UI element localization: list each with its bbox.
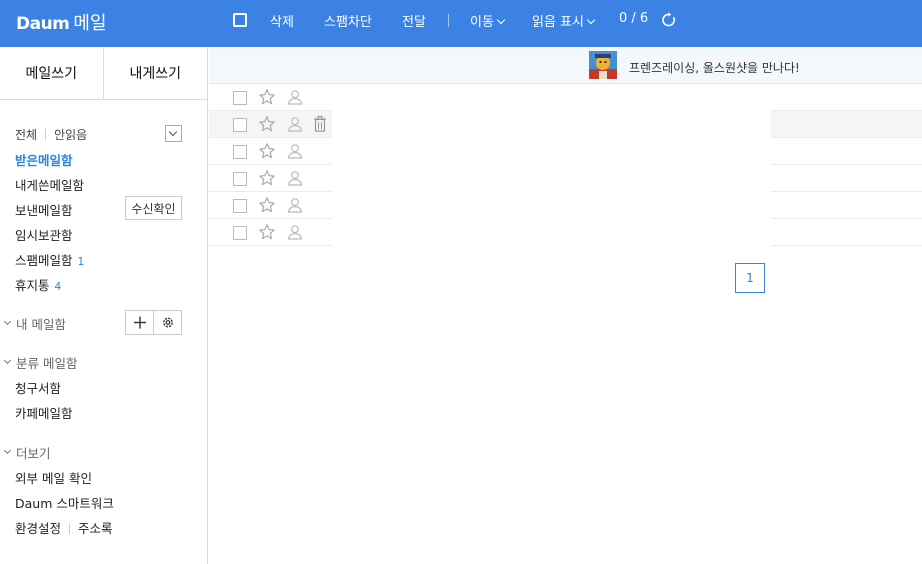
mail-row[interactable] xyxy=(209,111,922,138)
mail-row-checkbox[interactable] xyxy=(233,226,247,240)
mail-row-checkbox[interactable] xyxy=(233,199,247,213)
chevron-down-icon xyxy=(168,127,178,137)
mailbox-inbox[interactable]: 받은메일함 xyxy=(15,150,73,169)
chevron-down-icon xyxy=(3,446,12,455)
mailbox-spam[interactable]: 스팸메일함 1 xyxy=(15,250,84,269)
settings-link[interactable]: 환경설정 xyxy=(15,521,61,536)
mail-row-content xyxy=(332,219,771,246)
mail-count: 0 / 6 xyxy=(619,11,649,26)
compose-button[interactable]: 메일쓰기 xyxy=(0,47,104,99)
chevron-down-icon xyxy=(586,15,596,25)
my-mailbox-controls xyxy=(125,310,182,335)
move-label: 이동 xyxy=(470,15,494,30)
addressbook-link[interactable]: 주소록 xyxy=(78,521,113,536)
mailbox-settings-button[interactable] xyxy=(154,311,182,334)
mail-row-content xyxy=(332,111,771,138)
gear-icon xyxy=(162,317,173,328)
chevron-down-icon xyxy=(3,356,12,365)
smartwork-link[interactable]: Daum 스마트워크 xyxy=(15,493,114,512)
spam-count-badge: 1 xyxy=(77,256,85,268)
star-icon[interactable] xyxy=(258,223,276,241)
promo-banner[interactable]: 프렌즈레이싱, 올스원샷을 만나다! xyxy=(209,47,922,84)
mailbox-drafts[interactable]: 임시보관함 xyxy=(15,225,73,244)
external-mail-link[interactable]: 외부 메일 확인 xyxy=(15,468,92,487)
add-mailbox-button[interactable] xyxy=(126,311,154,334)
trash-count-badge: 4 xyxy=(54,281,62,293)
pagination-page-1[interactable]: 1 xyxy=(735,263,765,293)
read-receipt-button[interactable]: 수신확인 xyxy=(125,196,182,220)
mailbox-trash[interactable]: 휴지통 4 xyxy=(15,275,61,294)
forward-button[interactable]: 전달 xyxy=(402,11,426,30)
spam-block-button[interactable]: 스팸차단 xyxy=(324,11,372,30)
mailbox-spam-label: 스팸메일함 xyxy=(15,253,73,268)
chevron-down-icon xyxy=(496,15,506,25)
category-mailboxes-toggle[interactable]: 분류 메일함 xyxy=(3,353,78,372)
person-icon[interactable] xyxy=(286,196,304,214)
daum-mail-logo[interactable]: Daum 메일 xyxy=(16,9,107,35)
mark-read-dropdown[interactable]: 읽음 표시 xyxy=(532,11,596,30)
mailbox-trash-label: 휴지통 xyxy=(15,278,50,293)
star-icon[interactable] xyxy=(258,169,276,187)
mail-row-hover-bg xyxy=(771,111,922,138)
mail-row-content xyxy=(332,165,771,192)
star-icon[interactable] xyxy=(258,142,276,160)
mail-row[interactable] xyxy=(209,138,922,165)
mail-row-content xyxy=(332,84,771,111)
toolbar-divider xyxy=(448,14,449,27)
mail-row-checkbox[interactable] xyxy=(233,91,247,105)
person-icon[interactable] xyxy=(286,88,304,106)
promo-text: 프렌즈레이싱, 올스원샷을 만나다! xyxy=(629,61,800,75)
move-dropdown[interactable]: 이동 xyxy=(470,11,506,30)
mark-read-label: 읽음 표시 xyxy=(532,15,584,30)
mail-row[interactable] xyxy=(209,219,922,246)
mail-row-checkbox[interactable] xyxy=(233,118,247,132)
logo-brand: Daum xyxy=(16,14,70,34)
mail-row[interactable] xyxy=(209,84,922,111)
refresh-icon[interactable] xyxy=(661,12,677,28)
compose-row: 메일쓰기 내게쓰기 xyxy=(0,47,207,100)
mail-row-content xyxy=(332,138,771,165)
promo-character-image xyxy=(589,51,617,79)
trash-icon[interactable] xyxy=(313,115,327,133)
person-icon[interactable] xyxy=(286,115,304,133)
row-divider xyxy=(771,245,922,246)
mail-row-checkbox[interactable] xyxy=(233,145,247,159)
plus-icon xyxy=(134,316,146,329)
chevron-down-icon xyxy=(3,317,12,326)
row-divider xyxy=(209,245,332,246)
star-icon[interactable] xyxy=(258,88,276,106)
sidebar: 메일쓰기 내게쓰기 전체 안읽음 받은메일함 내게쓴메일함 보낸메일함 수신확인… xyxy=(0,47,208,564)
settings-links: 환경설정 주소록 xyxy=(15,518,113,537)
star-icon[interactable] xyxy=(258,196,276,214)
mail-row[interactable] xyxy=(209,165,922,192)
folder-collapse-button[interactable] xyxy=(165,125,182,142)
person-icon[interactable] xyxy=(286,169,304,187)
more-toggle[interactable]: 더보기 xyxy=(3,443,51,462)
delete-button[interactable]: 삭제 xyxy=(270,11,294,30)
person-icon[interactable] xyxy=(286,223,304,241)
mailbox-invoices[interactable]: 청구서함 xyxy=(15,378,61,397)
link-divider xyxy=(69,523,71,534)
select-all-checkbox[interactable] xyxy=(233,13,247,27)
mail-row-content xyxy=(332,192,771,219)
mailbox-to-me[interactable]: 내게쓴메일함 xyxy=(15,175,84,194)
mailbox-sent[interactable]: 보낸메일함 xyxy=(15,200,73,219)
mail-row[interactable] xyxy=(209,192,922,219)
my-mailboxes-toggle[interactable]: 내 메일함 xyxy=(3,314,66,333)
filter-all[interactable]: 전체 xyxy=(15,126,37,143)
star-icon[interactable] xyxy=(258,115,276,133)
person-icon[interactable] xyxy=(286,142,304,160)
mail-filter: 전체 안읽음 xyxy=(15,126,87,143)
filter-unread[interactable]: 안읽음 xyxy=(54,126,87,143)
mail-row-checkbox[interactable] xyxy=(233,172,247,186)
logo-service: 메일 xyxy=(73,13,107,34)
category-mailboxes-label: 분류 메일함 xyxy=(16,356,78,371)
top-bar: Daum 메일 삭제 스팸차단 전달 이동 읽음 표시 0 / 6 xyxy=(0,0,922,47)
filter-divider xyxy=(45,129,47,140)
self-compose-button[interactable]: 내게쓰기 xyxy=(104,47,208,99)
mailbox-cafe[interactable]: 카페메일함 xyxy=(15,403,73,422)
more-label: 더보기 xyxy=(16,446,51,461)
my-mailboxes-label: 내 메일함 xyxy=(16,317,66,332)
